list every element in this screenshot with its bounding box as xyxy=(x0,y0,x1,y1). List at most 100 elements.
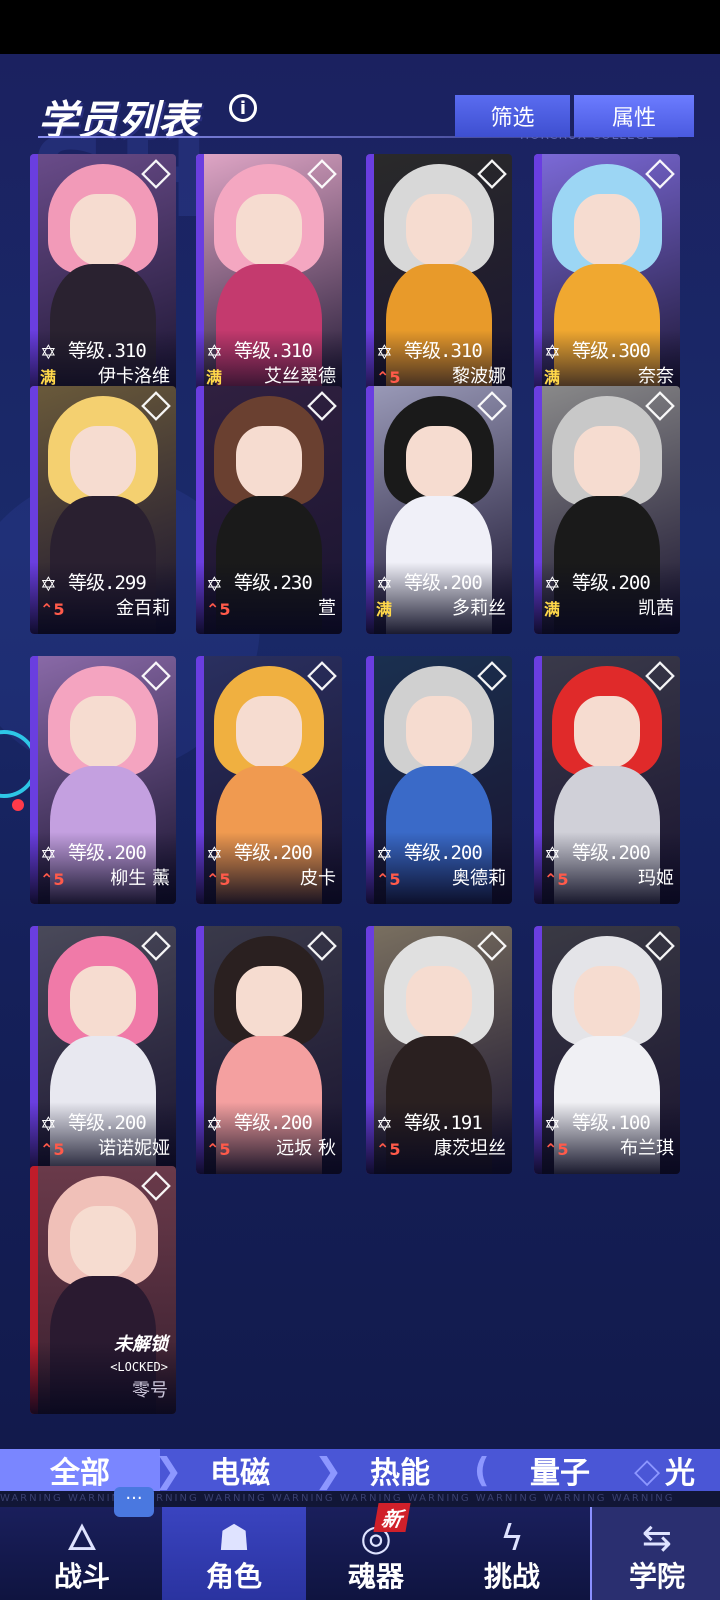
student-card-locked[interactable]: 未解锁 <LOCKED> 零号 xyxy=(30,1166,176,1414)
new-badge: 新 xyxy=(373,1503,411,1532)
card-face xyxy=(70,194,136,266)
rank-number: 5 xyxy=(557,870,569,889)
student-card[interactable]: ✡ 等级.200 满 凯茜 xyxy=(534,386,680,634)
card-face xyxy=(406,426,472,498)
card-rank: ⌃5 xyxy=(376,368,401,388)
chat-icon[interactable]: ··· xyxy=(114,1487,154,1517)
card-rank: ⌃5 xyxy=(206,600,231,620)
locked-sub: <LOCKED> xyxy=(110,1360,168,1374)
card-level: 等级.200 xyxy=(68,1112,147,1134)
filter-tab-electromagnetic[interactable]: ❯ 电磁 xyxy=(154,1449,320,1491)
rank-up-icon: ⌃ xyxy=(376,870,390,889)
card-name: 诺诺妮娅 xyxy=(98,1138,170,1159)
filter-tab-quantum[interactable]: (量子 xyxy=(474,1449,640,1491)
card-rank: 满 xyxy=(40,368,57,387)
star-of-david-icon: ✡ xyxy=(376,842,393,866)
card-level: 等级.310 xyxy=(404,340,483,362)
star-of-david-icon: ✡ xyxy=(376,340,393,364)
status-bar xyxy=(0,0,720,54)
filter-tab-light[interactable]: ◇ 光 xyxy=(634,1449,720,1491)
locked-status: 未解锁 xyxy=(114,1334,168,1355)
student-card[interactable]: ✡ 等级.200 ⌃5 奥德莉 xyxy=(366,656,512,904)
rank-number: 5 xyxy=(53,1140,65,1159)
card-name: 奈奈 xyxy=(638,366,674,387)
card-face xyxy=(236,426,302,498)
star-of-david-icon: ✡ xyxy=(376,1112,393,1136)
student-card[interactable]: ✡ 等级.230 ⌃5 萱 xyxy=(196,386,342,634)
student-card[interactable]: ✡ 等级.100 ⌃5 布兰琪 xyxy=(534,926,680,1174)
rank-up-icon: ⌃ xyxy=(40,600,54,619)
separator-icon: ❯ xyxy=(314,1451,343,1491)
card-level: 等级.100 xyxy=(572,1112,651,1134)
card-face xyxy=(574,966,640,1038)
filter-tab-all[interactable]: 全部 xyxy=(0,1449,160,1491)
lightning-icon: ϟ xyxy=(500,1518,524,1559)
card-rank: ⌃5 xyxy=(206,870,231,890)
student-card[interactable]: ✡ 等级.200 ⌃5 皮卡 xyxy=(196,656,342,904)
card-rank: 满 xyxy=(206,368,223,387)
attribute-button[interactable]: 属性 xyxy=(574,95,694,137)
info-icon[interactable]: i xyxy=(229,94,257,122)
nav-label: 挑战 xyxy=(483,1560,540,1593)
card-name: 多莉丝 xyxy=(452,598,506,619)
student-card[interactable]: ✡ 等级.200 满 多莉丝 xyxy=(366,386,512,634)
card-rank: 满 xyxy=(376,600,393,619)
nav-challenge[interactable]: ϟ 挑战 xyxy=(440,1507,584,1600)
card-face xyxy=(236,966,302,1038)
card-rank: ⌃5 xyxy=(40,870,65,890)
rank-up-icon: ⌃ xyxy=(544,870,558,889)
card-rank: ⌃5 xyxy=(40,600,65,620)
student-card[interactable]: ✡ 等级.310 满 艾丝翠德 xyxy=(196,154,342,402)
card-face xyxy=(574,426,640,498)
student-card[interactable]: ✡ 等级.200 ⌃5 诺诺妮娅 xyxy=(30,926,176,1174)
nav-college[interactable]: ⇆ 学院 xyxy=(590,1507,720,1600)
student-card[interactable]: ✡ 等级.299 ⌃5 金百莉 xyxy=(30,386,176,634)
swap-icon: ⇆ xyxy=(641,1518,673,1559)
rank-up-icon: ⌃ xyxy=(544,1140,558,1159)
star-of-david-icon: ✡ xyxy=(40,842,57,866)
student-card[interactable]: ✡ 等级.200 ⌃5 远坂 秋 xyxy=(196,926,342,1174)
card-face xyxy=(236,696,302,768)
nav-battle[interactable]: 🜂 战斗 xyxy=(10,1507,154,1600)
rank-up-icon: ⌃ xyxy=(376,368,390,387)
filter-button[interactable]: 筛选 xyxy=(455,95,570,137)
separator-icon: ( xyxy=(474,1451,490,1491)
card-face xyxy=(574,696,640,768)
element-filter-bar: 全部 ❯ 电磁 ❯ 热能 (量子 ◇ 光 xyxy=(0,1449,720,1491)
card-level: 等级.200 xyxy=(404,842,483,864)
card-face xyxy=(406,966,472,1038)
filter-tab-thermal[interactable]: ❯ 热能 xyxy=(314,1449,480,1491)
battle-icon: 🜂 xyxy=(66,1518,98,1559)
card-level: 等级.200 xyxy=(68,842,147,864)
card-level: 等级.200 xyxy=(404,572,483,594)
student-card[interactable]: ✡ 等级.200 ⌃5 柳生 薰 xyxy=(30,656,176,904)
rank-up-icon: ⌃ xyxy=(376,1140,390,1159)
rank-number: 5 xyxy=(389,870,401,889)
card-name: 凯茜 xyxy=(638,598,674,619)
card-level: 等级.200 xyxy=(572,842,651,864)
rank-number: 5 xyxy=(557,1140,569,1159)
card-name: 远坂 秋 xyxy=(276,1138,336,1159)
card-level: 等级.310 xyxy=(68,340,147,362)
student-card[interactable]: ✡ 等级.310 满 伊卡洛维 xyxy=(30,154,176,402)
rank-number: 5 xyxy=(53,600,65,619)
filter-tab-label: 光 xyxy=(665,1456,695,1491)
star-of-david-icon: ✡ xyxy=(376,572,393,596)
card-level: 等级.299 xyxy=(68,572,147,594)
card-name: 黎波娜 xyxy=(452,366,506,387)
rank-up-icon: ⌃ xyxy=(206,870,220,889)
star-of-david-icon: ✡ xyxy=(544,340,561,364)
rank-number: 5 xyxy=(219,1140,231,1159)
people-icon: ☗ xyxy=(217,1518,251,1559)
student-card[interactable]: ✡ 等级.310 ⌃5 黎波娜 xyxy=(366,154,512,402)
student-card[interactable]: ✡ 等级.300 满 奈奈 xyxy=(534,154,680,402)
filter-tab-label: 热能 xyxy=(370,1456,430,1491)
nav-character[interactable]: ☗ 角色 xyxy=(162,1507,306,1600)
student-card[interactable]: ✡ 等级.200 ⌃5 玛姬 xyxy=(534,656,680,904)
card-name: 皮卡 xyxy=(300,868,336,889)
star-of-david-icon: ✡ xyxy=(40,1112,57,1136)
student-card[interactable]: ✡ 等级.191 ⌃5 康茨坦丝 xyxy=(366,926,512,1174)
card-face xyxy=(70,696,136,768)
card-face xyxy=(70,426,136,498)
star-of-david-icon: ✡ xyxy=(206,572,223,596)
